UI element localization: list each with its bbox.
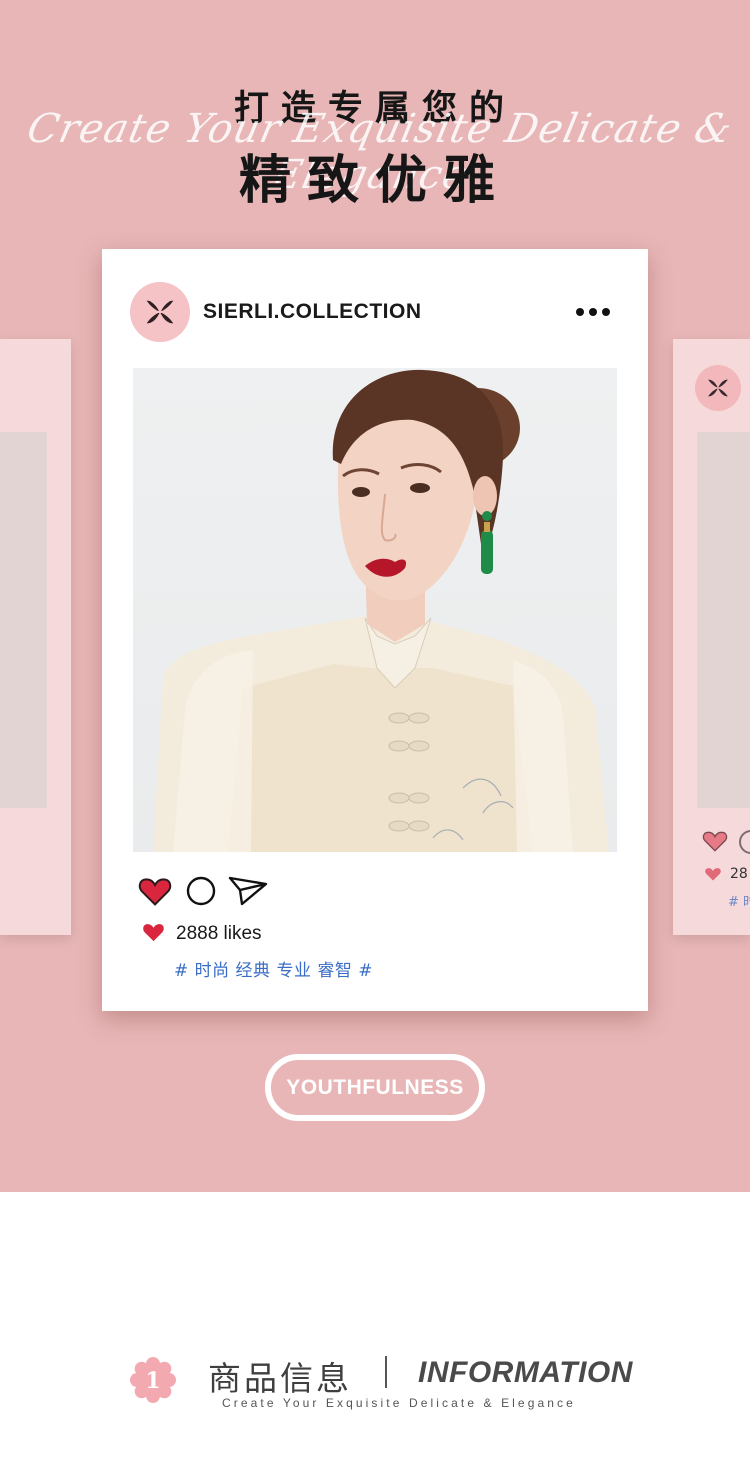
comment-icon[interactable] (186, 876, 216, 910)
heart-icon[interactable] (138, 875, 172, 911)
post-card: SIERLI.COLLECTION 2888 likes # 时尚 经典 专业 … (102, 249, 648, 1011)
post-photo (133, 368, 617, 852)
info-divider (385, 1356, 387, 1388)
heart-icon (702, 831, 728, 852)
side-likes-count: 28 (730, 866, 748, 882)
side-avatar (695, 365, 741, 411)
hashtags[interactable]: # 时尚 经典 专业 睿智 # (174, 956, 373, 981)
headline-main: 精致优雅 (238, 151, 511, 211)
info-subtitle: Create Your Exquisite Delicate & Eleganc… (222, 1396, 576, 1410)
model-portrait-illustration (153, 369, 609, 852)
info-title-cn: 商品信息 (208, 1359, 352, 1398)
info-title-en: INFORMATION (418, 1356, 633, 1389)
comment-icon (739, 830, 750, 854)
hero-banner: 打造专属您的 Create Your Exquisite Delicate & … (0, 0, 750, 1192)
post-username[interactable]: SIERLI.COLLECTION (203, 300, 422, 324)
heart-icon (705, 868, 721, 881)
heart-icon (142, 921, 165, 947)
side-post-photo (697, 432, 750, 808)
side-hashtags: # 时 (728, 895, 750, 910)
likes-count[interactable]: 2888 likes (176, 923, 262, 945)
youthfulness-button[interactable]: YOUTHFULNESS (265, 1054, 485, 1121)
avatar[interactable] (130, 282, 190, 342)
side-post-card-right: 28 # 时 (673, 339, 750, 935)
flower-badge-icon: 1 (130, 1357, 176, 1403)
badge-number: 1 (145, 1368, 160, 1394)
brand-logo-icon (144, 300, 176, 324)
share-icon[interactable] (228, 876, 268, 910)
side-post-card-left (0, 339, 71, 935)
side-post-photo (0, 432, 47, 808)
more-icon[interactable] (576, 305, 610, 319)
brand-logo-icon (708, 379, 728, 397)
post-actions (138, 875, 278, 907)
